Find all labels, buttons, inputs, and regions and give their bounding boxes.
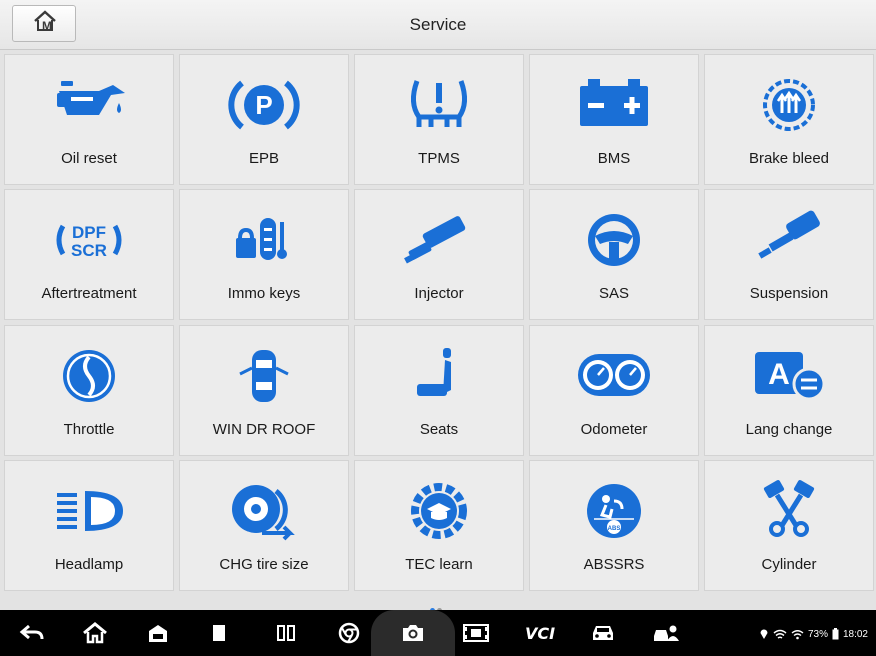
dpf-scr-icon: DPF SCR: [51, 208, 127, 272]
tile-label: BMS: [597, 150, 631, 167]
tile-tec-learn[interactable]: TEC learn: [354, 459, 524, 591]
tile-brake-bleed[interactable]: Brake bleed: [704, 54, 874, 185]
tile-label: Aftertreatment: [41, 285, 137, 303]
camera-icon[interactable]: [397, 618, 429, 648]
vehicle-menu-icon[interactable]: [142, 618, 174, 648]
tile-label: Oil reset: [61, 150, 117, 167]
battery-icon: [832, 628, 839, 640]
tile-bms[interactable]: BMS: [529, 54, 699, 185]
wifi-icon: [773, 629, 787, 639]
location-icon: [760, 629, 768, 639]
tile-epb[interactable]: P EPB: [179, 54, 349, 185]
steering-wheel-icon: [576, 208, 652, 272]
title-bar: M Service: [0, 0, 876, 50]
brake-bleed-icon: [751, 73, 827, 137]
tile-seats[interactable]: Seats: [354, 324, 524, 456]
svg-text:ABS: ABS: [608, 526, 621, 532]
vci-label: VCI: [524, 623, 556, 643]
vci-icon[interactable]: VCI: [520, 618, 560, 648]
tile-headlamp[interactable]: Headlamp: [4, 459, 174, 591]
battery-icon: [576, 73, 652, 137]
tile-label: CHG tire size: [219, 555, 309, 573]
system-navbar: VCI 73% 18:02: [0, 610, 876, 656]
tile-suspension[interactable]: Suspension: [704, 189, 874, 321]
tile-tpms[interactable]: TPMS: [354, 54, 524, 185]
service-grid: Oil reset P EPB TPMS BMS Brake bleed DPF…: [4, 54, 875, 592]
remote-expert-icon[interactable]: [650, 618, 682, 648]
abs-srs-icon: ABS: [576, 479, 652, 543]
tile-sas[interactable]: SAS: [529, 189, 699, 321]
tile-label: EPB: [248, 150, 279, 167]
clock: 18:02: [842, 628, 868, 640]
svg-text:DPF: DPF: [72, 223, 106, 242]
tile-immo-keys[interactable]: Immo keys: [179, 189, 349, 321]
tile-label: Headlamp: [54, 555, 124, 573]
split-screen-icon[interactable]: [270, 618, 302, 648]
language-change-icon: A: [751, 344, 827, 408]
tile-odometer[interactable]: Odometer: [529, 324, 699, 456]
signal-icon: [791, 629, 804, 639]
chrome-browser-icon[interactable]: [333, 618, 365, 648]
tile-injector[interactable]: Injector: [354, 189, 524, 321]
cylinder-icon: [751, 479, 827, 543]
injector-icon: [401, 208, 477, 272]
back-icon[interactable]: [16, 618, 48, 648]
svg-text:SCR: SCR: [71, 241, 107, 260]
tile-label: Injector: [414, 285, 464, 303]
tec-learn-icon: [401, 479, 477, 543]
tile-lang-change[interactable]: A Lang change: [704, 324, 874, 456]
svg-text:A: A: [768, 358, 790, 391]
tire-size-icon: [226, 479, 302, 543]
tile-cylinder[interactable]: Cylinder: [704, 459, 874, 591]
tile-abssrs[interactable]: ABS ABSSRS: [529, 459, 699, 591]
throttle-icon: [51, 344, 127, 408]
car-doors-icon: [226, 344, 302, 408]
tile-chg-tire-size[interactable]: CHG tire size: [179, 459, 349, 591]
suspension-icon: [751, 208, 827, 272]
immo-key-icon: [226, 208, 302, 272]
svg-text:P: P: [255, 90, 272, 120]
battery-percent: 73%: [807, 628, 828, 640]
tile-throttle[interactable]: Throttle: [4, 324, 174, 456]
tire-pressure-icon: [401, 73, 477, 137]
tile-oil-reset[interactable]: Oil reset: [4, 54, 174, 185]
tile-label: Immo keys: [227, 285, 301, 303]
status-area: 73% 18:02: [759, 626, 868, 642]
page-title: Service: [409, 15, 467, 34]
tile-label: SAS: [598, 285, 629, 303]
seat-icon: [401, 344, 477, 408]
screen-recorder-icon[interactable]: [460, 618, 492, 648]
tile-label: Seats: [419, 420, 459, 438]
tile-label: Odometer: [580, 420, 648, 438]
page-indicator: [430, 600, 444, 613]
tile-win-dr-roof[interactable]: WIN DR ROOF: [179, 324, 349, 456]
car-icon[interactable]: [587, 618, 619, 648]
tile-label: ABSSRS: [583, 555, 645, 573]
tile-label: Cylinder: [761, 555, 817, 573]
parking-brake-icon: P: [226, 73, 302, 137]
home-icon[interactable]: [79, 618, 111, 648]
oil-can-icon: [51, 73, 127, 137]
tile-label: Brake bleed: [748, 150, 830, 167]
tile-label: Suspension: [749, 285, 829, 303]
recent-apps-icon[interactable]: [206, 618, 238, 648]
tile-label: WIN DR ROOF: [212, 420, 316, 438]
tile-label: Throttle: [63, 420, 115, 438]
odometer-icon: [576, 344, 652, 408]
tile-aftertreatment[interactable]: DPF SCR Aftertreatment: [4, 189, 174, 321]
tile-label: Lang change: [745, 420, 833, 438]
tile-label: TEC learn: [405, 555, 473, 573]
headlamp-icon: [51, 479, 127, 543]
tile-label: TPMS: [418, 150, 460, 167]
